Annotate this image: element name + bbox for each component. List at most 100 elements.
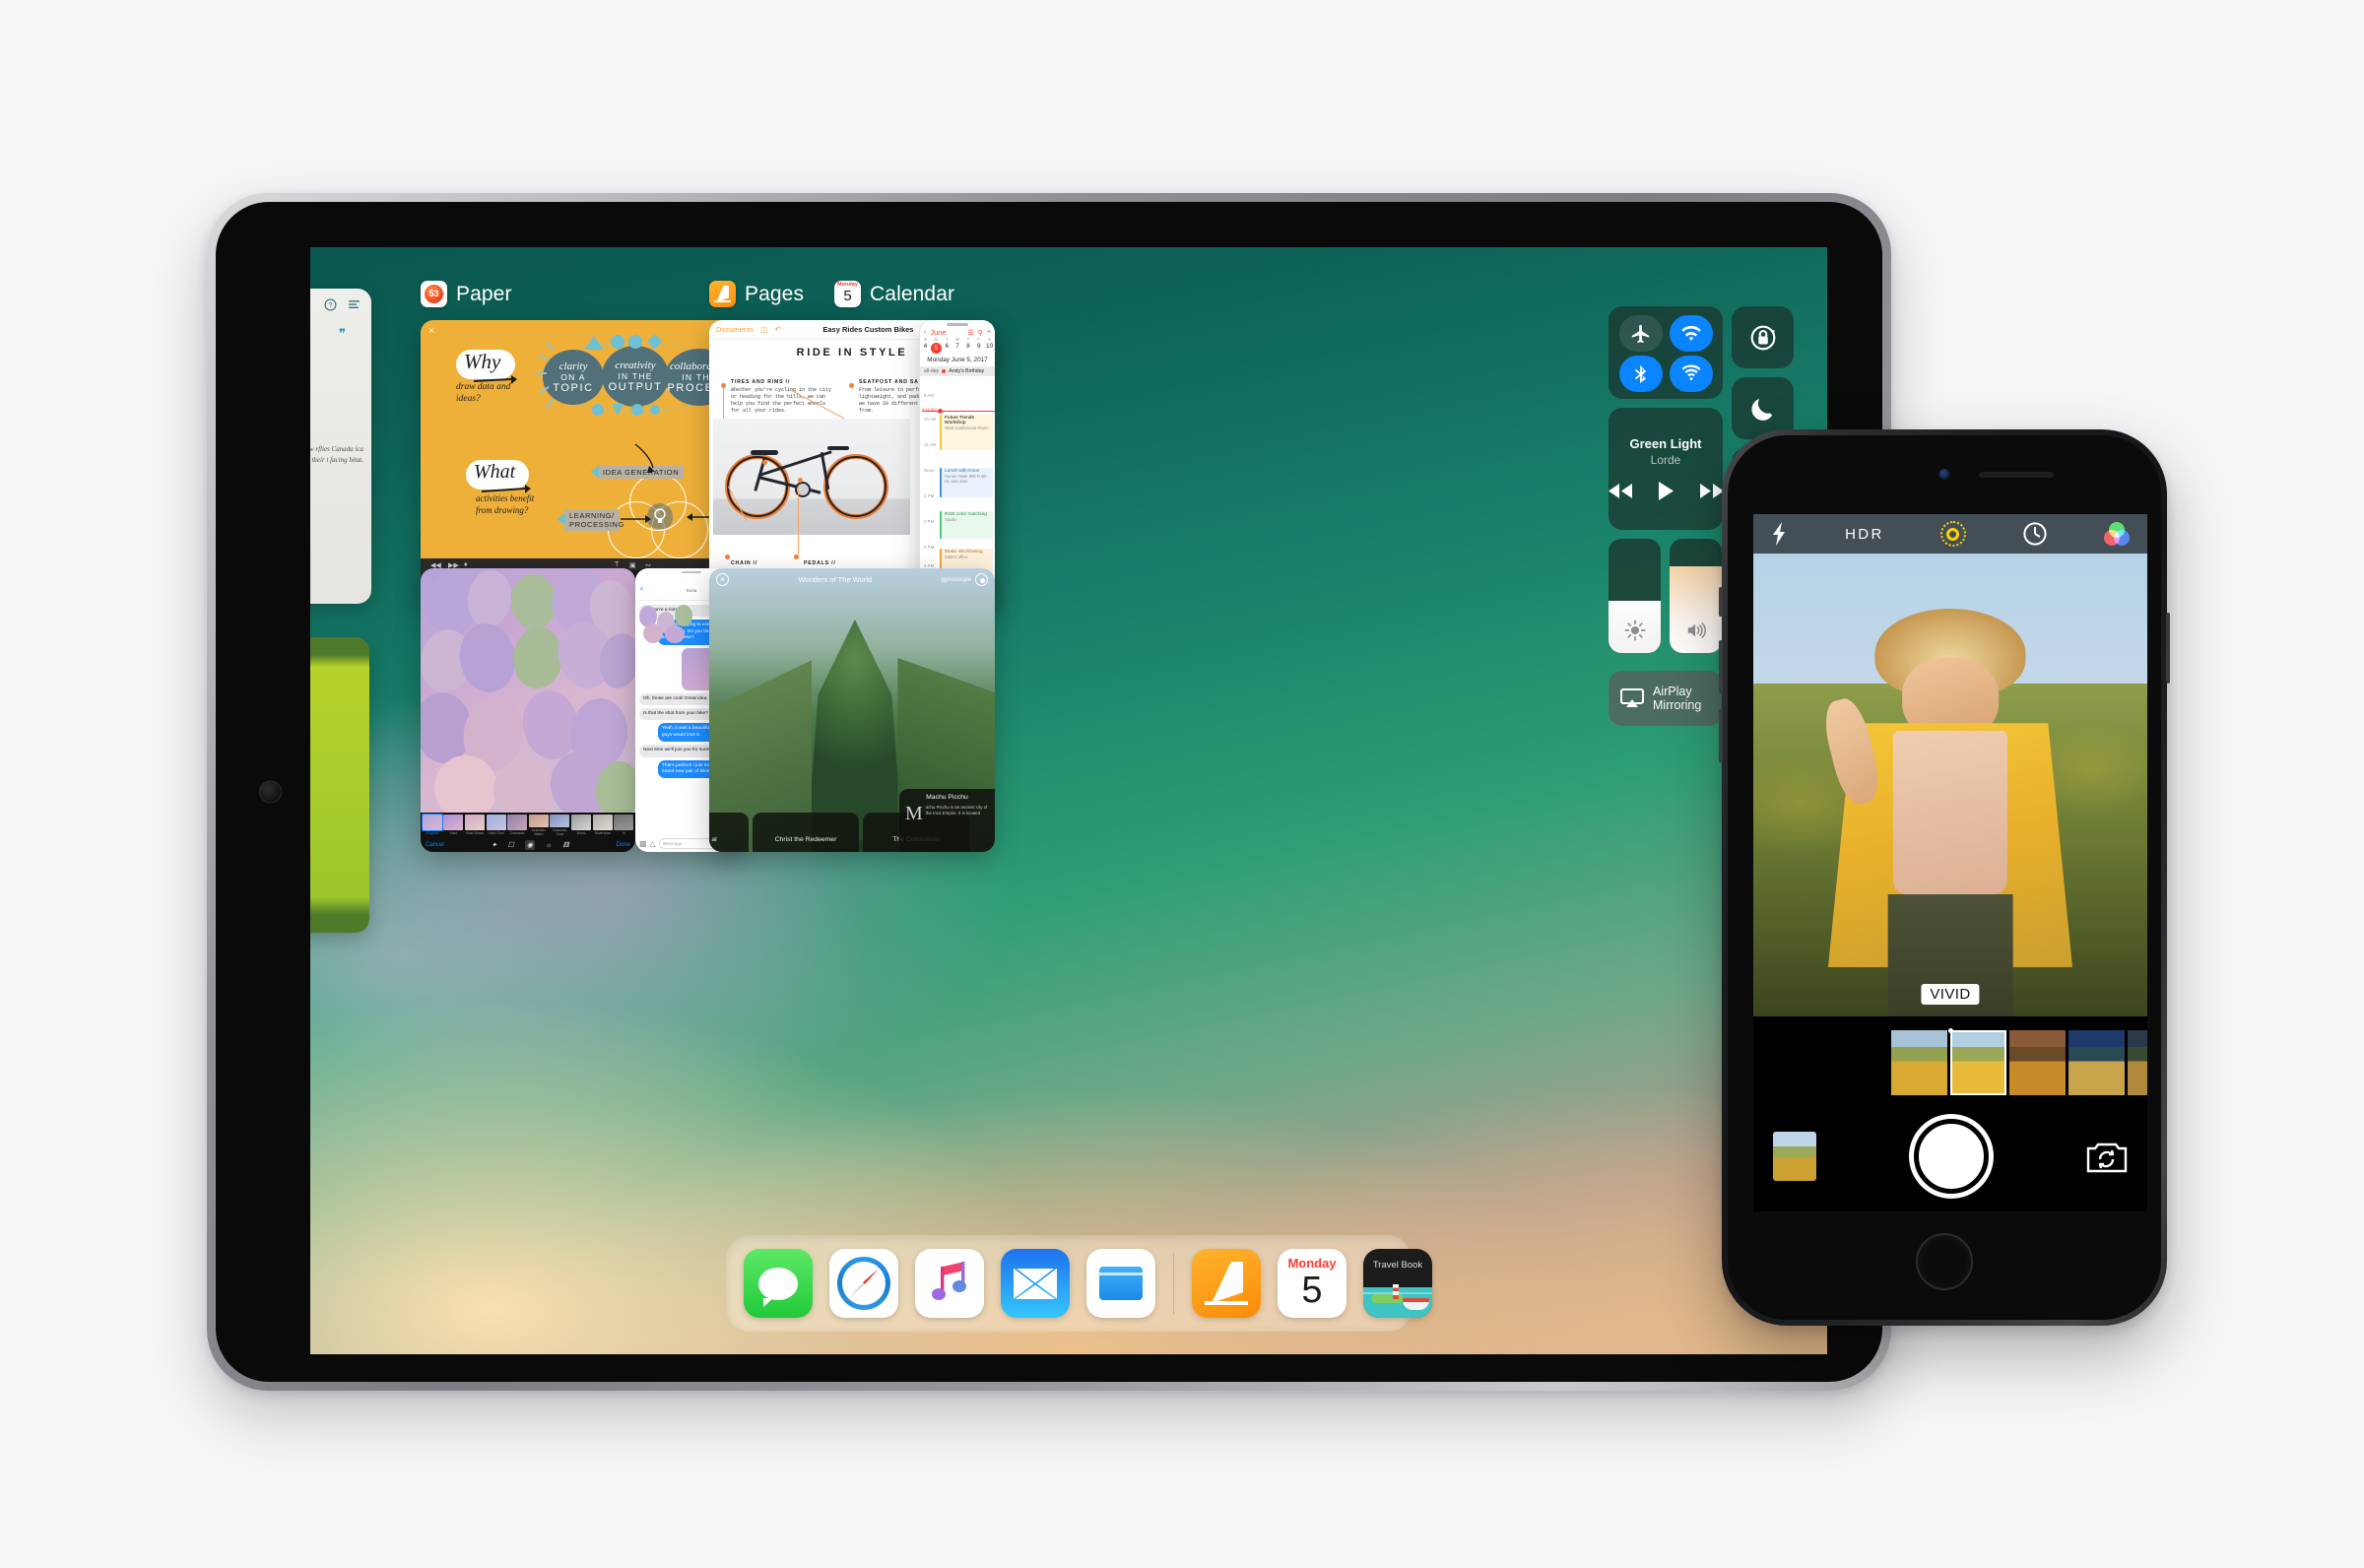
live-photo-icon[interactable]	[1939, 521, 1966, 547]
mute-switch[interactable]	[1719, 587, 1723, 617]
timer-icon[interactable]	[2022, 521, 2048, 547]
crop-icon[interactable]: ☐	[508, 841, 514, 849]
dock-item-music[interactable]	[915, 1249, 984, 1318]
done-button[interactable]: Done	[617, 842, 630, 848]
brightness-slider[interactable]	[1609, 539, 1661, 653]
filter-option[interactable]: Dramatic	[507, 814, 528, 837]
flash-icon[interactable]	[1771, 521, 1789, 547]
filter-thumbnail-strip[interactable]	[1753, 1030, 2147, 1095]
airpano-top-bar[interactable]: × Wonders of The World gyroscope	[709, 568, 995, 590]
gyroscope-control[interactable]: gyroscope	[942, 572, 988, 586]
text-icon[interactable]: T	[615, 561, 619, 568]
air-tile-machu-picchu[interactable]: Machu Picchu M achu Picchu is an ancient…	[899, 789, 995, 852]
dock-item-messages[interactable]	[744, 1249, 813, 1318]
calendar-event[interactable]: RGB color matching Studio	[940, 511, 993, 539]
photos-edit-toolbar[interactable]: Cancel ✦ ☐ ◉ ☼ ⚅ Done	[421, 838, 635, 852]
ipad-dock[interactable]: Monday 5 Travel Book	[726, 1235, 1432, 1332]
photo-filter-strip[interactable]: Original Vivid Vivid Warm Vivid Cool Dra…	[421, 813, 635, 838]
calendar-event[interactable]: Lunch with Knox Hunan Taste 998 N 4th St,…	[940, 468, 993, 497]
filter-thumb[interactable]	[2009, 1030, 2066, 1095]
dock-item-safari[interactable]	[829, 1249, 898, 1318]
filter-option[interactable]: N	[614, 814, 634, 837]
eyedropper-icon[interactable]: ♦	[464, 561, 468, 568]
magic-wand-icon[interactable]: ✦	[492, 841, 497, 849]
wifi-toggle[interactable]	[1669, 315, 1713, 352]
airdrop-toggle[interactable]	[1669, 356, 1713, 392]
calendar-day-row[interactable]: 4 5 67 89 10	[920, 342, 995, 355]
camera-bottom-bar[interactable]	[1753, 1101, 2147, 1211]
connectivity-toggles[interactable]	[1609, 306, 1723, 399]
layout-icon[interactable]: ◫	[760, 325, 768, 334]
app-store-icon[interactable]: △	[650, 839, 656, 848]
filter-option[interactable]: Vivid Warm	[464, 814, 485, 837]
filter-option[interactable]: Original	[421, 813, 443, 837]
power-button[interactable]	[2166, 613, 2170, 684]
play-icon[interactable]	[1658, 481, 1674, 501]
back-chevron-icon[interactable]: ‹	[640, 583, 643, 593]
filter-thumb-selected[interactable]	[1950, 1030, 2006, 1095]
dock-item-travel-book[interactable]: Travel Book	[1363, 1249, 1432, 1318]
contact-block[interactable]: Euna	[687, 579, 696, 597]
list-icon[interactable]: ☰	[967, 329, 973, 337]
filter-option[interactable]: Silvertone	[592, 814, 613, 837]
edge-card-ibooks[interactable]: ? ❞ e but it is w rflies Canada ica for …	[310, 289, 371, 604]
rewind-icon[interactable]	[1608, 483, 1633, 499]
filter-option[interactable]: Dramatic Warm	[528, 814, 549, 836]
list-icon[interactable]	[349, 298, 361, 311]
filter-thumb[interactable]	[1891, 1030, 1947, 1095]
filter-thumb[interactable]	[2128, 1030, 2147, 1095]
volume-down-button[interactable]	[1719, 709, 1723, 762]
close-icon[interactable]: ×	[428, 325, 434, 337]
more-icon[interactable]: ⚅	[562, 841, 568, 849]
split-view-grabber[interactable]	[681, 571, 701, 574]
airpano-tile[interactable]: al	[709, 813, 749, 852]
calendar-allday-row[interactable]: all-day Andy's Birthday	[920, 366, 995, 376]
close-icon[interactable]: ×	[716, 572, 729, 586]
filters-icon[interactable]: ◉	[524, 840, 536, 850]
air-tile-redeemer[interactable]: Christ the Redeemer	[753, 813, 859, 852]
volume-slider[interactable]	[1670, 539, 1722, 653]
camera-icon[interactable]: ▩	[639, 839, 647, 848]
split-view-grabber[interactable]	[947, 323, 968, 326]
iphone-home-button[interactable]	[1916, 1233, 1973, 1290]
airplay-mirroring-button[interactable]: AirPlay Mirroring	[1609, 671, 1723, 726]
slider-row[interactable]	[1609, 539, 1723, 653]
back-chevron-icon[interactable]: ‹	[924, 329, 926, 336]
playback-controls[interactable]	[1608, 481, 1725, 501]
dock-item-pages[interactable]	[1192, 1249, 1261, 1318]
filter-option[interactable]: Vivid	[443, 814, 464, 837]
camera-flip-button[interactable]	[2086, 1140, 2128, 1173]
filter-option[interactable]: Mono	[571, 814, 592, 837]
fast-forward-icon[interactable]	[1699, 483, 1725, 499]
filter-option[interactable]: Vivid Cool	[486, 814, 506, 837]
filter-option[interactable]: Dramatic Cool	[550, 814, 570, 836]
volume-up-button[interactable]	[1719, 640, 1723, 693]
filter-thumb[interactable]	[2068, 1030, 2125, 1095]
app-card-photos[interactable]: Original Vivid Vivid Warm Vivid Cool Dra…	[421, 568, 635, 852]
last-photo-thumbnail[interactable]	[1773, 1132, 1816, 1181]
calendar-event[interactable]: Future Trends Workshop West Conference Ro…	[940, 415, 993, 450]
shutter-button[interactable]	[1914, 1119, 1989, 1194]
adjust-icon[interactable]: ☼	[546, 842, 552, 849]
bluetooth-toggle[interactable]	[1618, 356, 1663, 392]
camera-top-bar[interactable]: HDR	[1753, 514, 2147, 554]
rotation-lock-button[interactable]	[1732, 306, 1794, 368]
cancel-button[interactable]: Cancel	[426, 842, 444, 848]
edge-card-weather[interactable]: 0° 26°0° 63°92° 00° ›	[310, 637, 369, 933]
hdr-label[interactable]: HDR	[1845, 526, 1884, 543]
add-event-icon[interactable]: +	[987, 329, 991, 336]
search-icon[interactable]: ⚲	[978, 329, 983, 337]
undo-icon[interactable]: ↶	[775, 325, 782, 334]
help-icon[interactable]: ?	[324, 298, 337, 311]
camera-viewfinder[interactable]: VIVID	[1753, 554, 2147, 1016]
documents-link[interactable]: Documents	[716, 325, 754, 334]
app-card-calendar[interactable]: ‹ June ☰ ⚲ + SM TW TF S 4 5 6 7 8 9 10 M…	[919, 320, 995, 606]
app-card-airpano[interactable]: × Wonders of The World gyroscope al Chri…	[709, 568, 995, 852]
dock-item-files[interactable]	[1086, 1249, 1155, 1318]
dock-item-mail[interactable]	[1001, 1249, 1070, 1318]
dock-item-calendar[interactable]: Monday 5	[1278, 1249, 1346, 1318]
ipad-home-button[interactable]	[259, 780, 282, 804]
now-playing-panel[interactable]: Green Light Lorde	[1608, 408, 1725, 530]
airplane-mode-toggle[interactable]	[1618, 315, 1663, 352]
color-filters-icon[interactable]	[2103, 522, 2130, 546]
